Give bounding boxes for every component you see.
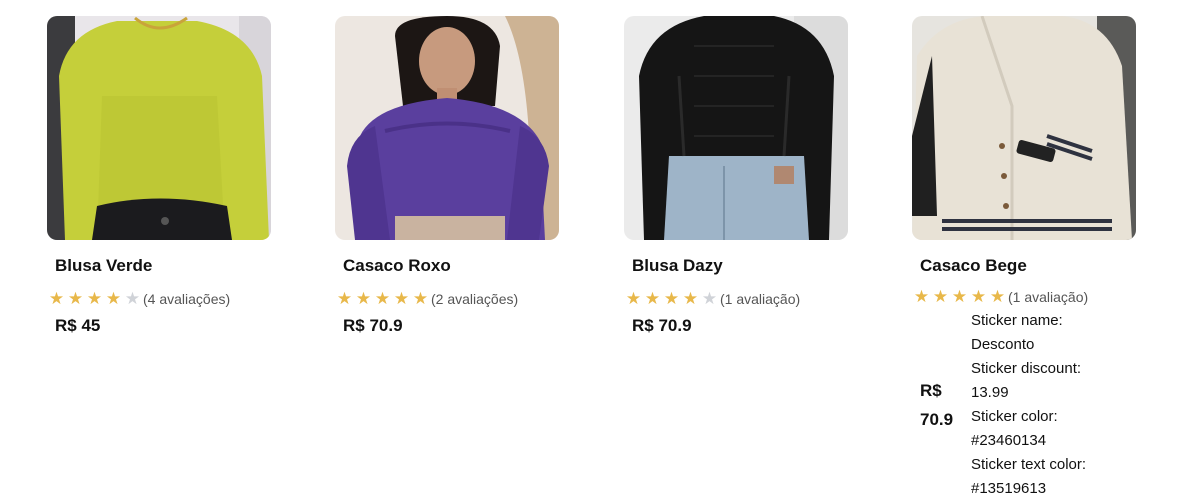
star-empty-icon: ★	[124, 289, 141, 308]
star-filled-icon: ★	[644, 289, 661, 308]
rating-count: (2 avaliações)	[431, 291, 519, 307]
star-filled-icon: ★	[951, 287, 968, 306]
star-filled-icon: ★	[336, 289, 353, 308]
price-sticker-row: R$ 70.9 Sticker name: Desconto Sticker d…	[912, 309, 1136, 501]
star-filled-icon: ★	[913, 287, 930, 306]
star-filled-icon: ★	[48, 289, 65, 308]
rating: ★ ★ ★ ★ ★ (2 avaliações)	[335, 289, 559, 309]
sticker-info: Sticker name: Desconto Sticker discount:…	[971, 309, 1086, 501]
rating-count: (1 avaliação)	[720, 291, 801, 307]
rating-count: (4 avaliações)	[143, 291, 231, 307]
product-price: R$ 70.9	[632, 316, 692, 335]
star-filled-icon: ★	[625, 289, 642, 308]
product-name[interactable]: Casaco Roxo	[343, 255, 559, 277]
star-filled-icon: ★	[86, 289, 103, 308]
rating: ★ ★ ★ ★ ★ (1 avaliação)	[912, 287, 1136, 307]
star-filled-icon: ★	[970, 287, 987, 306]
star-filled-icon: ★	[374, 289, 391, 308]
product-grid: Blusa Verde ★ ★ ★ ★ ★ (4 avaliações) R$ …	[0, 0, 1187, 501]
product-card[interactable]: Casaco Bege ★ ★ ★ ★ ★ (1 avaliação) R$ 7…	[912, 16, 1136, 501]
star-filled-icon: ★	[412, 289, 429, 308]
product-card[interactable]: Blusa Dazy ★ ★ ★ ★ ★ (1 avaliação) R$ 70…	[624, 16, 848, 337]
star-filled-icon: ★	[67, 289, 84, 308]
star-filled-icon: ★	[105, 289, 122, 308]
product-image[interactable]	[47, 16, 271, 240]
star-empty-icon: ★	[701, 289, 718, 308]
star-filled-icon: ★	[663, 289, 680, 308]
sticker-text-color-value: #13519613	[971, 480, 1047, 497]
product-card[interactable]: Casaco Roxo ★ ★ ★ ★ ★ (2 avaliações) R$ …	[335, 16, 559, 337]
star-filled-icon: ★	[682, 289, 699, 308]
star-filled-icon: ★	[932, 287, 949, 306]
product-price: R$ 70.9	[920, 376, 962, 434]
sticker-color-label: Sticker color:	[971, 408, 1058, 425]
rating: ★ ★ ★ ★ ★ (1 avaliação)	[624, 289, 848, 309]
sticker-color-value: #23460134	[971, 432, 1047, 449]
product-name[interactable]: Casaco Bege	[920, 255, 1136, 277]
product-photo	[624, 16, 848, 240]
product-price: R$ 70.9	[343, 316, 403, 335]
product-photo	[912, 16, 1136, 240]
product-image[interactable]	[335, 16, 559, 240]
product-image[interactable]	[624, 16, 848, 240]
sticker-discount-value: 13.99	[971, 384, 1009, 401]
sticker-text-color-label: Sticker text color:	[971, 456, 1087, 473]
rating-count: (1 avaliação)	[1008, 289, 1089, 305]
star-filled-icon: ★	[393, 289, 410, 308]
product-photo	[47, 16, 271, 240]
star-filled-icon: ★	[355, 289, 372, 308]
rating: ★ ★ ★ ★ ★ (4 avaliações)	[47, 289, 271, 309]
product-name[interactable]: Blusa Verde	[55, 255, 271, 277]
product-photo	[335, 16, 559, 240]
star-filled-icon: ★	[989, 287, 1006, 306]
price-value: 70.9	[920, 410, 954, 429]
product-image[interactable]	[912, 16, 1136, 240]
product-name[interactable]: Blusa Dazy	[632, 255, 848, 277]
product-price: R$ 45	[55, 316, 101, 335]
sticker-discount-label: Sticker discount:	[971, 360, 1082, 377]
price-currency: R$	[920, 381, 942, 400]
sticker-name-label: Sticker name:	[971, 312, 1063, 329]
sticker-name-value: Desconto	[971, 336, 1035, 353]
product-card[interactable]: Blusa Verde ★ ★ ★ ★ ★ (4 avaliações) R$ …	[47, 16, 271, 337]
